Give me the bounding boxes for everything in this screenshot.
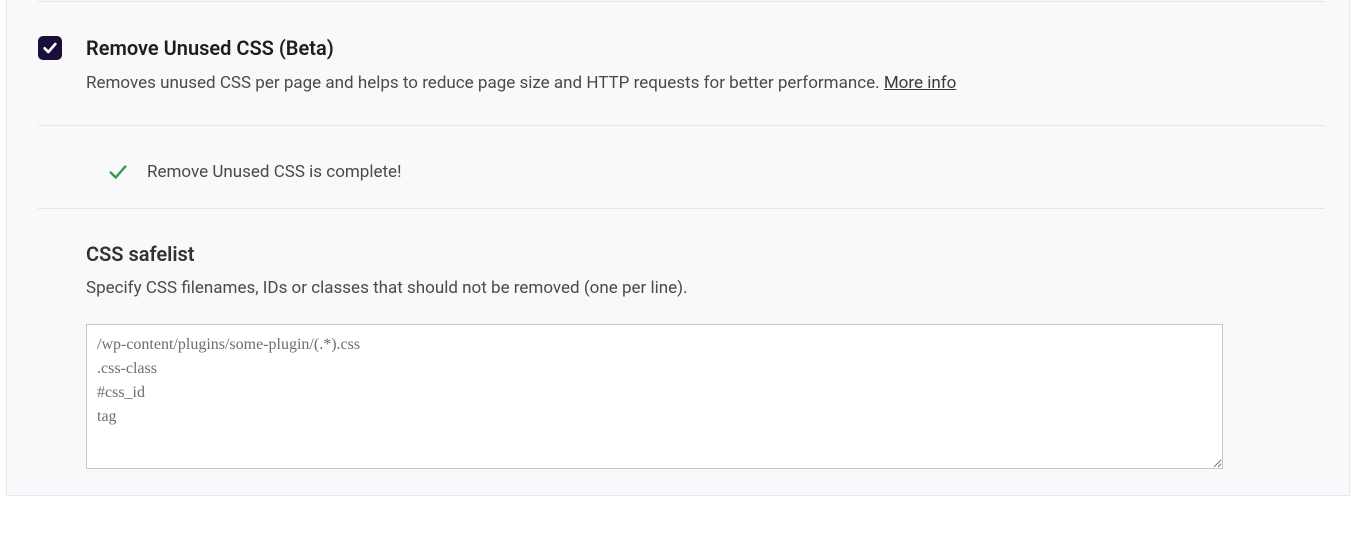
setting-description-text: Removes unused CSS per page and helps to… [86, 73, 884, 93]
safelist-section: CSS safelist Specify CSS filenames, IDs … [86, 240, 1325, 473]
css-safelist-input[interactable] [86, 324, 1223, 469]
checkmark-icon [42, 40, 58, 56]
remove-unused-css-checkbox[interactable] [38, 36, 62, 60]
setting-title: Remove Unused CSS (Beta) [86, 34, 956, 62]
setting-description: Removes unused CSS per page and helps to… [86, 71, 956, 95]
setting-row-remove-unused-css: Remove Unused CSS (Beta) Removes unused … [38, 34, 1325, 95]
status-text: Remove Unused CSS is complete! [147, 162, 401, 182]
success-check-icon [107, 161, 129, 183]
divider-top [38, 1, 1325, 2]
safelist-title: CSS safelist [86, 240, 1325, 268]
safelist-description: Specify CSS filenames, IDs or classes th… [86, 276, 1325, 300]
remove-unused-css-text: Remove Unused CSS (Beta) Removes unused … [86, 34, 956, 95]
status-row: Remove Unused CSS is complete! [107, 158, 1325, 186]
divider [38, 125, 1325, 126]
divider [38, 208, 1325, 209]
more-info-link[interactable]: More info [884, 73, 957, 93]
settings-panel: Remove Unused CSS (Beta) Removes unused … [6, 0, 1350, 496]
